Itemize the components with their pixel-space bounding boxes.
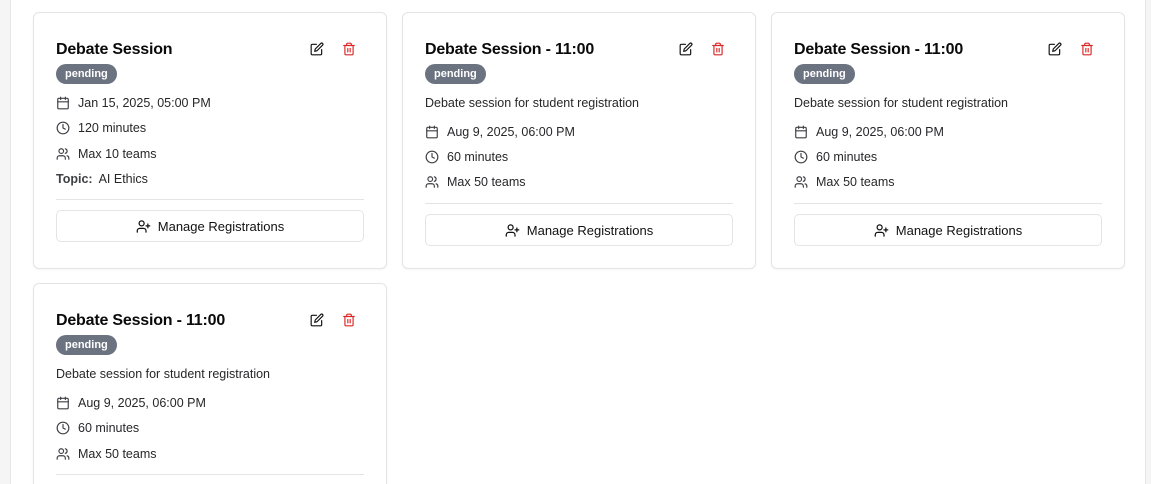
teams-text: Max 50 teams — [447, 175, 526, 189]
users-icon — [425, 175, 439, 189]
manage-label: Manage Registrations — [157, 218, 285, 234]
date-text: Aug 9, 2025, 06:00 PM — [78, 396, 206, 410]
teams-text: Max 50 teams — [78, 447, 157, 461]
session-title: Debate Session - 11:00 — [56, 312, 226, 329]
user-plus-icon — [136, 219, 151, 234]
session-teams: Max 50 teams — [794, 174, 895, 190]
user-plus-icon — [505, 223, 520, 238]
session-card: Debate Session - 11:00 pending Debate se… — [33, 283, 387, 484]
session-duration: 60 minutes — [425, 149, 508, 165]
session-teams: Max 10 teams — [56, 146, 157, 162]
duration-text: 60 minutes — [816, 150, 878, 164]
session-duration: 60 minutes — [56, 420, 139, 436]
duration-text: 60 minutes — [447, 150, 509, 164]
sessions-panel: Debate Session pending Jan 15, 2025, 05:… — [10, 0, 1146, 484]
card-header: Debate Session — [56, 39, 364, 61]
duration-text: 60 minutes — [78, 421, 140, 435]
manage-registrations-button[interactable]: Manage Registrations — [425, 214, 733, 246]
users-icon — [794, 175, 808, 189]
trash-icon[interactable] — [340, 311, 358, 329]
session-topic: Topic: AI Ethics — [56, 171, 148, 187]
session-title: Debate Session — [56, 41, 173, 58]
session-title: Debate Session - 11:00 — [794, 41, 964, 58]
clock-icon — [794, 150, 808, 164]
session-duration: 120 minutes — [56, 120, 146, 136]
manage-registrations-button[interactable]: Manage Registrations — [56, 210, 364, 242]
card-divider — [56, 199, 364, 200]
card-divider — [794, 203, 1102, 204]
session-date: Aug 9, 2025, 06:00 PM — [794, 124, 944, 140]
card-header: Debate Session - 11:00 — [794, 39, 1102, 61]
date-text: Jan 15, 2025, 05:00 PM — [78, 96, 211, 110]
card-header: Debate Session - 11:00 — [425, 39, 733, 61]
topic-label: Topic: — [56, 172, 93, 186]
session-card: Debate Session pending Jan 15, 2025, 05:… — [33, 12, 387, 269]
session-description: Debate session for student registration — [794, 96, 1009, 110]
session-teams: Max 50 teams — [425, 174, 526, 190]
clock-icon — [56, 121, 70, 135]
edit-icon[interactable] — [677, 40, 695, 58]
calendar-icon — [56, 396, 70, 410]
edit-icon[interactable] — [308, 311, 326, 329]
session-description: Debate session for student registration — [56, 367, 271, 381]
session-date: Aug 9, 2025, 06:00 PM — [56, 395, 206, 411]
topic-value: AI Ethics — [98, 172, 148, 186]
status-badge: pending — [56, 64, 117, 84]
session-card: Debate Session - 11:00 pending Debate se… — [771, 12, 1125, 269]
edit-icon[interactable] — [308, 40, 326, 58]
trash-icon[interactable] — [709, 40, 727, 58]
date-text: Aug 9, 2025, 06:00 PM — [816, 125, 944, 139]
manage-label: Manage Registrations — [895, 222, 1023, 238]
session-title: Debate Session - 11:00 — [425, 41, 595, 58]
session-card: Debate Session - 11:00 pending Debate se… — [402, 12, 756, 269]
users-icon — [56, 147, 70, 161]
date-text: Aug 9, 2025, 06:00 PM — [447, 125, 575, 139]
card-divider — [425, 203, 733, 204]
edit-icon[interactable] — [1046, 40, 1064, 58]
teams-text: Max 50 teams — [816, 175, 895, 189]
status-badge: pending — [56, 335, 117, 355]
calendar-icon — [794, 125, 808, 139]
clock-icon — [425, 150, 439, 164]
manage-registrations-button[interactable]: Manage Registrations — [794, 214, 1102, 246]
session-duration: 60 minutes — [794, 149, 877, 165]
card-header: Debate Session - 11:00 — [56, 310, 364, 332]
calendar-icon — [56, 96, 70, 110]
calendar-icon — [425, 125, 439, 139]
users-icon — [56, 447, 70, 461]
session-description: Debate session for student registration — [425, 96, 640, 110]
session-date: Aug 9, 2025, 06:00 PM — [425, 124, 575, 140]
status-badge: pending — [425, 64, 486, 84]
session-date: Jan 15, 2025, 05:00 PM — [56, 95, 211, 111]
trash-icon[interactable] — [1078, 40, 1096, 58]
status-badge: pending — [794, 64, 855, 84]
teams-text: Max 10 teams — [78, 147, 157, 161]
manage-label: Manage Registrations — [526, 222, 654, 238]
trash-icon[interactable] — [340, 40, 358, 58]
duration-text: 120 minutes — [78, 121, 147, 135]
session-teams: Max 50 teams — [56, 446, 157, 462]
user-plus-icon — [874, 223, 889, 238]
card-divider — [56, 474, 364, 475]
clock-icon — [56, 421, 70, 435]
